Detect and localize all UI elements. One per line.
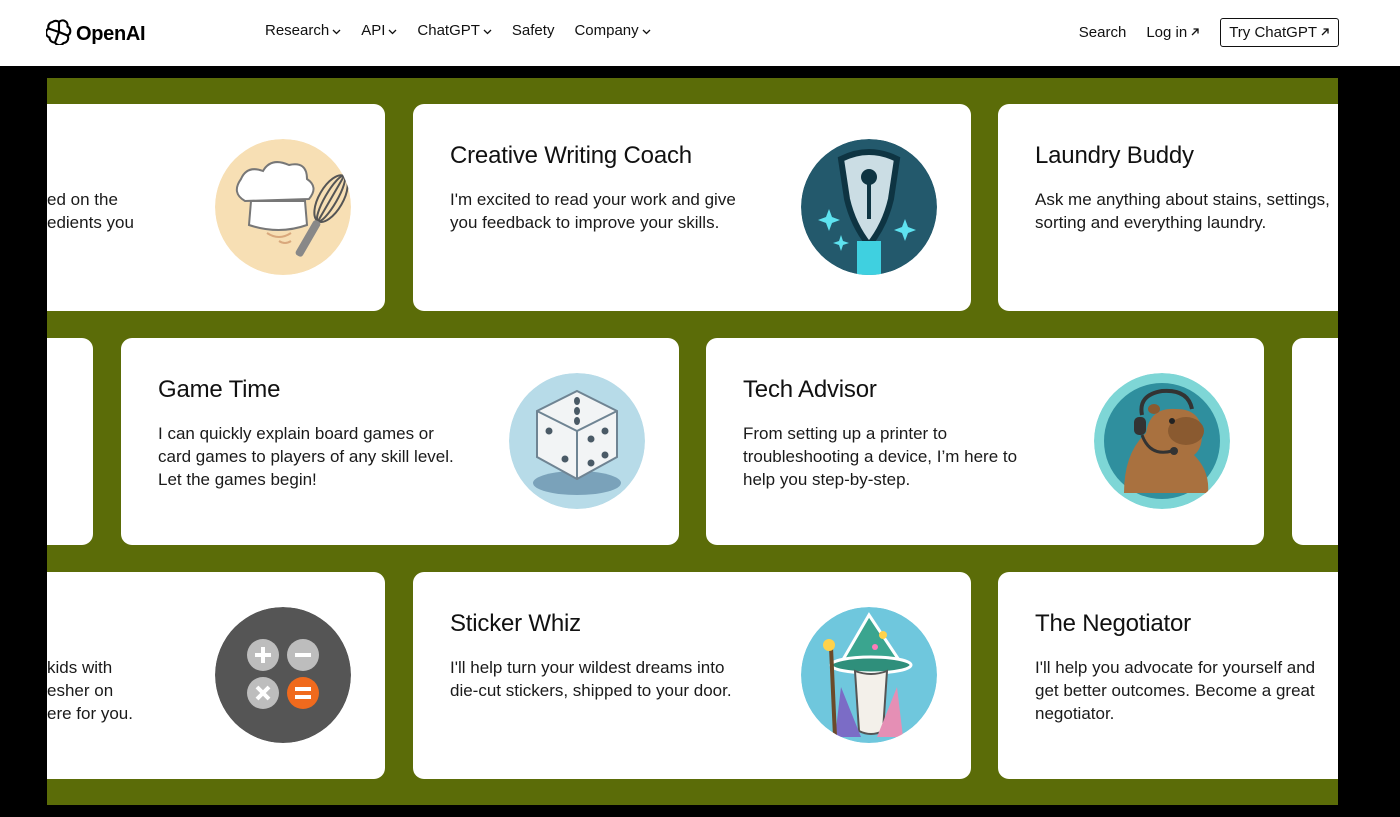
gpt-card-tech-advisor[interactable]: Tech Advisor From setting up a printer t… <box>706 338 1264 545</box>
nav-research-label: Research <box>265 22 330 39</box>
card-desc: ed on the edients you <box>47 188 134 234</box>
logo-text: OpenAI <box>76 23 146 45</box>
dice-icon <box>509 373 645 509</box>
card-desc: Ask me anything about stains, settings, … <box>1035 190 1330 232</box>
calculator-icon <box>215 607 351 743</box>
gpt-card-partial-right[interactable] <box>1292 338 1338 545</box>
nav-company-label: Company <box>574 22 639 39</box>
chevron-down-icon <box>642 22 651 39</box>
chevron-down-icon <box>332 22 341 39</box>
nav-api-label: API <box>361 22 386 39</box>
card-title: Game Time <box>158 376 281 403</box>
gpt-card-sticker-whiz[interactable]: Sticker Whiz I'll help turn your wildest… <box>413 572 971 779</box>
capybara-headset-icon <box>1094 373 1230 509</box>
gpt-card-game-time[interactable]: Game Time I can quickly explain board ga… <box>121 338 679 545</box>
card-desc-line: esher on <box>47 681 114 700</box>
search-link[interactable]: Search <box>1079 24 1127 41</box>
nav-api[interactable]: API <box>361 22 397 39</box>
fountain-pen-icon <box>801 139 937 275</box>
site-header: OpenAI Research API ChatGPT Safety Compa… <box>0 0 1400 66</box>
gpt-card-the-negotiator[interactable]: The Negotiator I'll help you advocate fo… <box>998 572 1338 779</box>
card-desc: From setting up a printer to troubleshoo… <box>743 424 1018 489</box>
card-title: Creative Writing Coach <box>450 142 692 169</box>
nav-research[interactable]: Research <box>265 22 341 39</box>
openai-logo[interactable]: OpenAI <box>45 19 146 50</box>
card-desc-line: edients you <box>47 213 134 232</box>
chevron-down-icon <box>483 22 492 39</box>
card-desc-line: ed on the <box>47 190 118 209</box>
gpt-card-partial-math[interactable]: kids with esher on ere for you. <box>47 572 385 779</box>
nav-chatgpt-label: ChatGPT <box>417 22 480 39</box>
search-label: Search <box>1078 24 1127 41</box>
card-desc-line: ere for you. <box>47 704 133 723</box>
card-title: The Negotiator <box>1035 610 1191 637</box>
login-link[interactable]: Log in <box>1146 24 1200 41</box>
try-chatgpt-label: Try ChatGPT <box>1229 24 1317 41</box>
nav-chatgpt[interactable]: ChatGPT <box>417 22 492 39</box>
card-desc: I can quickly explain board games or car… <box>158 424 454 489</box>
card-title: Tech Advisor <box>743 376 877 403</box>
chevron-down-icon <box>388 22 397 39</box>
card-desc: I'll help turn your wildest dreams into … <box>450 658 732 700</box>
gpt-card-laundry-buddy[interactable]: Laundry Buddy Ask me anything about stai… <box>998 104 1338 311</box>
header-actions: Search Log in Try ChatGPT <box>1079 18 1339 47</box>
arrow-up-right-icon <box>1320 24 1330 41</box>
card-desc: I'm excited to read your work and give y… <box>450 190 736 232</box>
card-title: Laundry Buddy <box>1035 142 1194 169</box>
nav-safety-label: Safety <box>511 22 555 39</box>
gpt-card-partial-chef[interactable]: ed on the edients you <box>47 104 385 311</box>
gpt-card-creative-writing-coach[interactable]: Creative Writing Coach I'm excited to re… <box>413 104 971 311</box>
card-title: Sticker Whiz <box>450 610 581 637</box>
login-label: Log in <box>1146 24 1188 41</box>
gpt-card-partial-left[interactable] <box>47 338 93 545</box>
main-nav: Research API ChatGPT Safety Company <box>265 22 671 39</box>
card-desc-line: kids with <box>47 658 113 677</box>
gpt-showcase: ed on the edients you Creative Writing C… <box>47 78 1338 805</box>
try-chatgpt-button[interactable]: Try ChatGPT <box>1220 18 1339 47</box>
nav-company[interactable]: Company <box>574 22 651 39</box>
card-desc: I'll help you advocate for yourself and … <box>1035 658 1316 723</box>
arrow-up-right-icon <box>1190 24 1200 41</box>
chef-hat-whisk-icon <box>215 139 351 275</box>
openai-knot-icon <box>45 19 72 50</box>
wizard-icon <box>801 607 937 743</box>
nav-safety[interactable]: Safety <box>512 22 555 39</box>
card-desc: kids with esher on ere for you. <box>47 656 133 725</box>
